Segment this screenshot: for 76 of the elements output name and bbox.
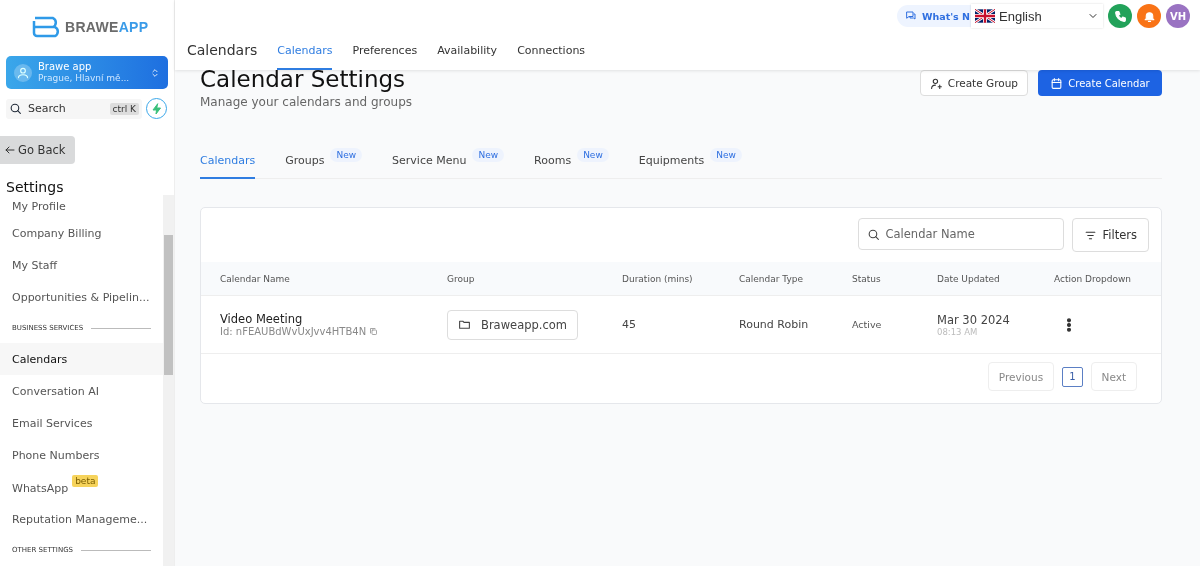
user-icon: [14, 63, 32, 82]
user-plus-icon: [929, 76, 943, 90]
column-header: Calendar Name: [220, 273, 291, 284]
bell-icon: [1142, 9, 1156, 23]
sidebar-item[interactable]: Company Billing: [0, 217, 163, 249]
sidebar-item[interactable]: Phone Numbers: [0, 439, 163, 471]
avatar[interactable]: VH: [1166, 4, 1190, 28]
column-header: Date Updated: [937, 273, 1001, 284]
phone-button[interactable]: [1108, 4, 1132, 28]
sidebar-item[interactable]: Calendars: [0, 343, 163, 375]
column-header: Group: [447, 273, 476, 284]
sidebar-item[interactable]: Conversation AI: [0, 375, 163, 407]
notifications-button[interactable]: [1137, 4, 1161, 28]
column-header: Action Dropdown: [1054, 273, 1132, 284]
language-dropdown[interactable]: English: [971, 4, 1103, 28]
table-cell-text: 45: [622, 318, 637, 331]
chat-icon: [905, 10, 917, 22]
folder-icon: [458, 318, 471, 331]
search-input[interactable]: Calendar Name: [883, 226, 1055, 242]
tab[interactable]: Groups: [285, 145, 325, 179]
section-title: Calendars: [187, 42, 258, 60]
search-input[interactable]: Search: [26, 101, 106, 116]
new-badge: New: [710, 148, 742, 162]
column-header: Status: [852, 273, 882, 284]
sidebar-item[interactable]: My Profile: [0, 195, 163, 217]
search-icon: [866, 227, 880, 241]
search-icon: [9, 102, 22, 115]
shortcut-hint: ctrl K: [109, 102, 139, 115]
sidebar-item[interactable]: WhatsApp: [0, 475, 73, 499]
previous-button[interactable]: Previous: [987, 362, 1055, 391]
logo-text: BRAWEAPP: [65, 19, 149, 35]
search-field[interactable]: Search ctrl K: [6, 98, 142, 119]
calendar-id: Id: nFEAUBdWvUxJvv4HTB4N: [220, 326, 367, 337]
scrollbar[interactable]: [163, 195, 174, 566]
new-badge: New: [472, 148, 505, 162]
new-badge: New: [577, 148, 609, 162]
lightning-icon: [150, 102, 163, 115]
calendar-name: Video Meeting: [220, 312, 304, 326]
flag-icon: [975, 9, 995, 23]
column-header: Duration (mins): [622, 273, 694, 284]
account-location: Prague, Hlavní mě...: [38, 73, 131, 84]
calendar-icon: [1050, 76, 1064, 90]
settings-heading: Settings: [6, 179, 65, 195]
page-subtitle: Manage your calendars and groups: [200, 95, 412, 109]
search-field[interactable]: Calendar Name: [857, 218, 1064, 250]
account-switcher[interactable]: Brawe app Prague, Hlavní mě...: [6, 56, 168, 89]
nav-tab[interactable]: Connections: [517, 40, 586, 70]
time-text: 08:13 AM: [937, 326, 979, 337]
copy-icon: [369, 327, 379, 336]
go-back-button[interactable]: Go Back: [0, 136, 75, 164]
page-button[interactable]: 1: [1062, 366, 1083, 387]
tab[interactable]: Calendars: [200, 145, 256, 179]
new-badge: New: [330, 148, 363, 162]
group-tag: Braweapp.com: [447, 309, 578, 340]
tab[interactable]: Rooms: [534, 145, 572, 179]
tab[interactable]: Service Menu: [392, 145, 467, 179]
column-header: Calendar Type: [739, 273, 804, 284]
create-group-button[interactable]: Create Group: [919, 70, 1028, 96]
logo-icon: [32, 16, 62, 38]
sidebar-item[interactable]: My Staff: [0, 249, 163, 281]
arrow-left-icon: [4, 144, 16, 156]
nav-tab[interactable]: Availability: [437, 40, 498, 70]
sidebar-item[interactable]: Email Services: [0, 407, 163, 439]
sidebar-item[interactable]: Reputation Manageme...: [0, 503, 163, 535]
beta-badge: beta: [72, 475, 99, 487]
sidebar-item[interactable]: Opportunities & Pipelin...: [0, 281, 163, 313]
status-label: Active: [852, 319, 882, 330]
nav-tab[interactable]: Calendars: [277, 40, 333, 70]
account-name: Brawe app: [38, 61, 93, 73]
phone-icon: [1113, 9, 1127, 23]
tab[interactable]: Equipments: [638, 145, 705, 179]
create-calendar-button[interactable]: Create Calendar: [1038, 70, 1162, 96]
table-cell-text: Round Robin: [739, 318, 810, 331]
next-button[interactable]: Next: [1090, 362, 1137, 391]
filters-button[interactable]: Filters: [1071, 218, 1149, 252]
date-text: Mar 30 2024: [937, 312, 1011, 327]
